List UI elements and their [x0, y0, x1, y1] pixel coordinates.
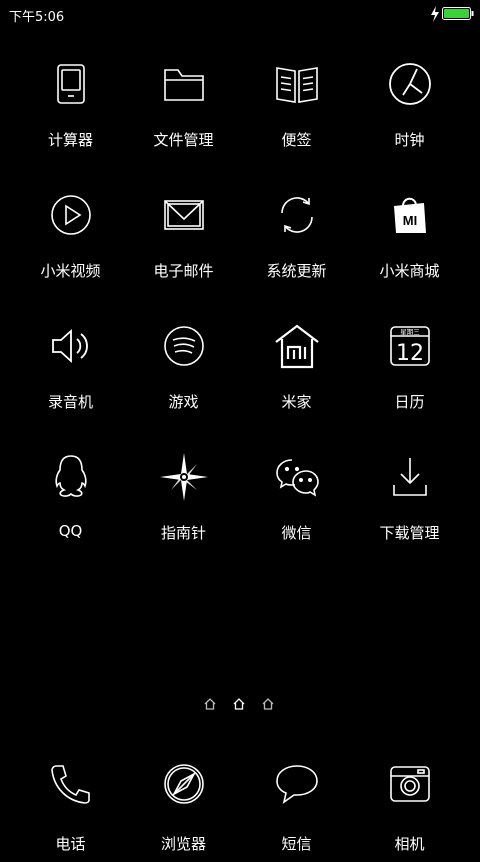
status-bar: 下午5:06 — [0, 0, 480, 28]
app-label: 电子邮件 — [153, 262, 214, 280]
app-label: 米家 — [281, 393, 312, 411]
charging-icon — [431, 6, 439, 22]
browser-compass-icon — [156, 756, 212, 812]
page-dot-home-icon[interactable] — [203, 697, 217, 711]
app-mi-home[interactable]: 米家 — [240, 314, 353, 434]
app-label: 微信 — [281, 524, 312, 542]
games-icon — [156, 318, 212, 374]
app-label: 相机 — [394, 835, 425, 853]
message-bubble-icon — [269, 756, 325, 812]
app-mi-video[interactable]: 小米视频 — [14, 183, 127, 303]
app-label: 浏览器 — [160, 835, 206, 853]
calendar-day: 12 — [396, 341, 424, 366]
app-email[interactable]: 电子邮件 — [127, 183, 240, 303]
app-label: 游戏 — [168, 393, 199, 411]
calendar-weekday: 星期三 — [400, 328, 420, 336]
app-label: 文件管理 — [153, 131, 214, 149]
app-system-update[interactable]: 系统更新 — [240, 183, 353, 303]
battery-icon — [442, 7, 474, 20]
app-downloads[interactable]: 下载管理 — [353, 445, 466, 565]
app-clock[interactable]: 时钟 — [353, 52, 466, 172]
update-icon — [269, 187, 325, 243]
app-mi-store[interactable]: MI 小米商城 — [353, 183, 466, 303]
page-indicator — [0, 697, 480, 717]
app-label: 系统更新 — [266, 262, 327, 280]
app-compass[interactable]: 指南针 — [127, 445, 240, 565]
app-qq[interactable]: QQ — [14, 445, 127, 565]
app-games[interactable]: 游戏 — [127, 314, 240, 434]
mi-home-icon — [269, 318, 325, 374]
app-notes[interactable]: 便签 — [240, 52, 353, 172]
video-play-icon — [43, 187, 99, 243]
app-file-manager[interactable]: 文件管理 — [127, 52, 240, 172]
mail-icon — [156, 187, 212, 243]
app-label: 时钟 — [394, 131, 425, 149]
app-calendar[interactable]: 星期三 12 日历 — [353, 314, 466, 434]
camera-icon — [382, 756, 438, 812]
phone-icon — [43, 756, 99, 812]
dock-phone[interactable]: 电话 — [14, 752, 127, 862]
status-time: 下午5:06 — [9, 10, 65, 25]
app-calculator[interactable]: 计算器 — [14, 52, 127, 172]
app-label: 录音机 — [47, 393, 93, 411]
page-dot-home-icon[interactable] — [261, 697, 275, 711]
app-label: QQ — [58, 522, 83, 540]
app-label: 电话 — [55, 835, 86, 853]
app-label: 小米商城 — [379, 262, 440, 280]
app-label: 计算器 — [47, 131, 93, 149]
page-dot-home-icon[interactable] — [232, 697, 246, 711]
compass-star-icon — [156, 449, 212, 505]
app-label: 短信 — [281, 835, 312, 853]
app-label: 日历 — [394, 393, 425, 411]
dock-messages[interactable]: 短信 — [240, 752, 353, 862]
speaker-icon — [43, 318, 99, 374]
calculator-icon — [43, 56, 99, 112]
app-label: 指南针 — [160, 524, 206, 542]
download-icon — [382, 449, 438, 505]
clock-icon — [382, 56, 438, 112]
mi-store-bag-icon: MI — [382, 187, 438, 243]
mi-logo-text: MI — [402, 213, 416, 228]
dock-browser[interactable]: 浏览器 — [127, 752, 240, 862]
app-label: 下载管理 — [379, 524, 440, 542]
app-label: 便签 — [281, 131, 312, 149]
wechat-icon — [269, 449, 325, 505]
qq-penguin-icon — [43, 449, 99, 505]
notes-icon — [269, 56, 325, 112]
dock-camera[interactable]: 相机 — [353, 752, 466, 862]
app-recorder[interactable]: 录音机 — [14, 314, 127, 434]
calendar-icon: 星期三 12 — [382, 318, 438, 374]
app-wechat[interactable]: 微信 — [240, 445, 353, 565]
app-label: 小米视频 — [40, 262, 101, 280]
folder-icon — [156, 56, 212, 112]
